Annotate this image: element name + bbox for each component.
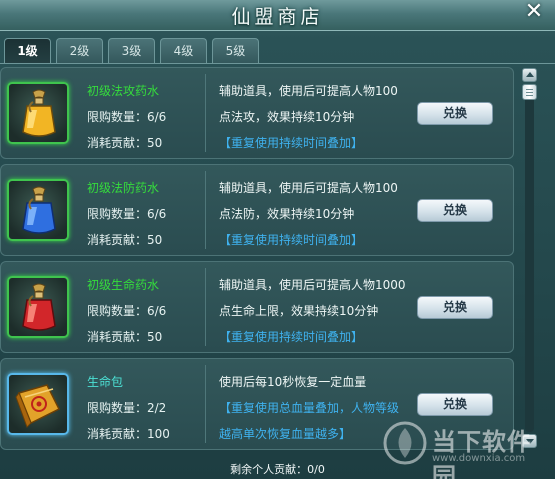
item-list: 初级法攻药水 限购数量：6/6 消耗贡献：50 辅助道具，使用后可提高人物100… [0, 67, 518, 453]
tab-level-3[interactable]: 3级 [108, 38, 155, 63]
shop-item: 初级法防药水 限购数量：6/6 消耗贡献：50 辅助道具，使用后可提高人物100… [0, 164, 514, 256]
item-slot[interactable] [7, 373, 69, 435]
yellow-potion-icon [22, 89, 56, 137]
contribution-cost: 消耗贡献：50 [87, 136, 163, 150]
purchase-limit: 限购数量：6/6 [87, 110, 167, 124]
contribution-cost: 消耗贡献：100 [87, 427, 170, 441]
tab-level-5[interactable]: 5级 [212, 38, 259, 63]
item-note: 【重复使用持续时间叠加】 [219, 233, 364, 247]
watermark-logo-icon [383, 421, 427, 465]
level-tabs: 1级 2级 3级 4级 5级 [4, 38, 259, 64]
item-note: 【重复使用总血量叠加，人物等级 [219, 401, 400, 415]
item-name: 生命包 [87, 375, 124, 389]
purchase-limit: 限购数量：6/6 [87, 304, 167, 318]
contribution-cost: 消耗贡献：50 [87, 233, 163, 247]
watermark-brand: 当下软件园 [432, 428, 532, 479]
life-pack-icon [15, 384, 61, 428]
scrollbar-thumb[interactable] [522, 84, 537, 100]
item-description: 点生命上限，效果持续10分钟 [219, 304, 379, 318]
item-description: 辅助道具，使用后可提高人物100 [219, 84, 398, 98]
tab-divider [0, 63, 555, 64]
watermark-url: www.downxia.com [432, 453, 526, 464]
item-note: 越高单次恢复血量越多】 [219, 427, 352, 441]
contribution-cost: 消耗贡献：50 [87, 330, 163, 344]
purchase-limit: 限购数量：6/6 [87, 207, 167, 221]
exchange-button[interactable]: 兑换 [417, 296, 493, 319]
item-description: 辅助道具，使用后可提高人物100 [219, 181, 398, 195]
item-description: 点法攻，效果持续10分钟 [219, 110, 355, 124]
exchange-button[interactable]: 兑换 [417, 393, 493, 416]
item-description: 辅助道具，使用后可提高人物1000 [219, 278, 406, 292]
item-description: 使用后每10秒恢复一定血量 [219, 375, 367, 389]
tab-level-4[interactable]: 4级 [160, 38, 207, 63]
column-divider [205, 365, 206, 443]
purchase-limit: 限购数量：2/2 [87, 401, 167, 415]
window-title: 仙盟商店 [231, 6, 324, 28]
item-description: 点法防，效果持续10分钟 [219, 207, 355, 221]
item-slot[interactable] [7, 179, 69, 241]
scrollbar-track[interactable] [525, 84, 534, 432]
item-name: 初级法防药水 [87, 181, 160, 195]
close-icon[interactable]: ✕ [523, 1, 545, 23]
item-slot[interactable] [7, 276, 69, 338]
exchange-button[interactable]: 兑换 [417, 199, 493, 222]
item-name: 初级法攻药水 [87, 84, 160, 98]
tab-level-1[interactable]: 1级 [4, 38, 51, 63]
guild-shop-window: 仙盟商店 ✕ 1级 2级 3级 4级 5级 初级法攻药水 限购数量：6/6 消耗… [0, 0, 555, 479]
column-divider [205, 74, 206, 152]
blue-potion-icon [22, 186, 56, 234]
tab-level-2[interactable]: 2级 [56, 38, 103, 63]
column-divider [205, 171, 206, 249]
exchange-button[interactable]: 兑换 [417, 102, 493, 125]
title-bar: 仙盟商店 ✕ [0, 0, 555, 31]
red-potion-icon [22, 283, 56, 331]
watermark: 当下软件园 www.downxia.com [382, 418, 555, 479]
item-name: 初级生命药水 [87, 278, 160, 292]
column-divider [205, 268, 206, 346]
item-note: 【重复使用持续时间叠加】 [219, 330, 364, 344]
item-note: 【重复使用持续时间叠加】 [219, 136, 364, 150]
item-slot[interactable] [7, 82, 69, 144]
scroll-up-button[interactable] [522, 68, 537, 82]
shop-item: 初级生命药水 限购数量：6/6 消耗贡献：50 辅助道具，使用后可提高人物100… [0, 261, 514, 353]
shop-item: 初级法攻药水 限购数量：6/6 消耗贡献：50 辅助道具，使用后可提高人物100… [0, 67, 514, 159]
